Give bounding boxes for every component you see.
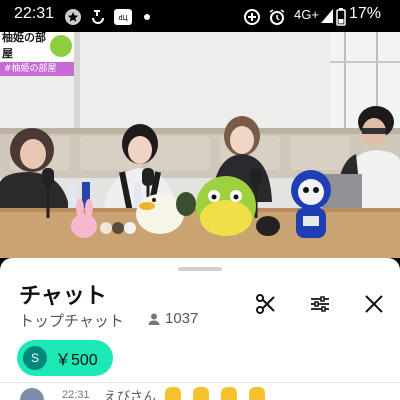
clip-button[interactable] [252,290,280,318]
filter-button[interactable] [306,290,334,318]
drag-handle[interactable] [178,267,222,271]
superchat-avatar: S [23,346,47,370]
superchat-amount: ￥500 [55,352,98,369]
channel-mascot-icon [50,35,72,57]
clap-emoji-icon [193,387,209,400]
alarm-icon [268,8,286,26]
status-bar: 22:31 dЦ 4G+ 17% [0,0,400,32]
viewer-count: 1037 [147,310,198,327]
network-type: 4G+ [294,7,319,22]
superchat-ticker[interactable]: S ￥500 [17,340,113,376]
video-player[interactable]: 柚姫の部屋 #柚姫の部屋 [0,32,400,258]
data-saver-icon [243,8,261,26]
chat-mode-selector[interactable]: トップチャット [19,310,124,331]
channel-logo: 柚姫の部屋 [2,32,46,60]
clap-emoji-icon [249,387,265,400]
chat-message[interactable]: 22:31 えびさん [0,384,400,400]
channel-tag: #柚姫の部屋 [0,62,74,76]
avatar [20,388,44,400]
viewer-count-value: 1037 [165,310,199,327]
google-star-icon [64,8,82,26]
person-icon [148,313,160,325]
battery-percent: 17% [349,5,382,22]
message-author: えびさん [104,390,157,400]
clap-emoji-icon [165,387,181,400]
message-time: 22:31 [62,389,90,400]
scissors-icon [256,294,275,314]
dot-icon [143,8,151,26]
chat-panel: チャット トップチャット 1037 S ￥500 22:31 えびさん [0,258,400,400]
close-chat-button[interactable] [360,290,388,318]
divider [0,382,400,383]
chat-title: チャット [19,284,107,309]
clap-emoji-icon [221,387,237,400]
signal-icon [320,8,334,24]
battery-icon [336,8,346,26]
close-icon [365,295,383,313]
svg-text:dЦ: dЦ [118,15,128,22]
filter-icon [311,296,329,312]
clock: 22:31 [14,5,55,22]
loading-arrow-icon [90,8,106,26]
app-badge-icon: dЦ [113,8,133,26]
